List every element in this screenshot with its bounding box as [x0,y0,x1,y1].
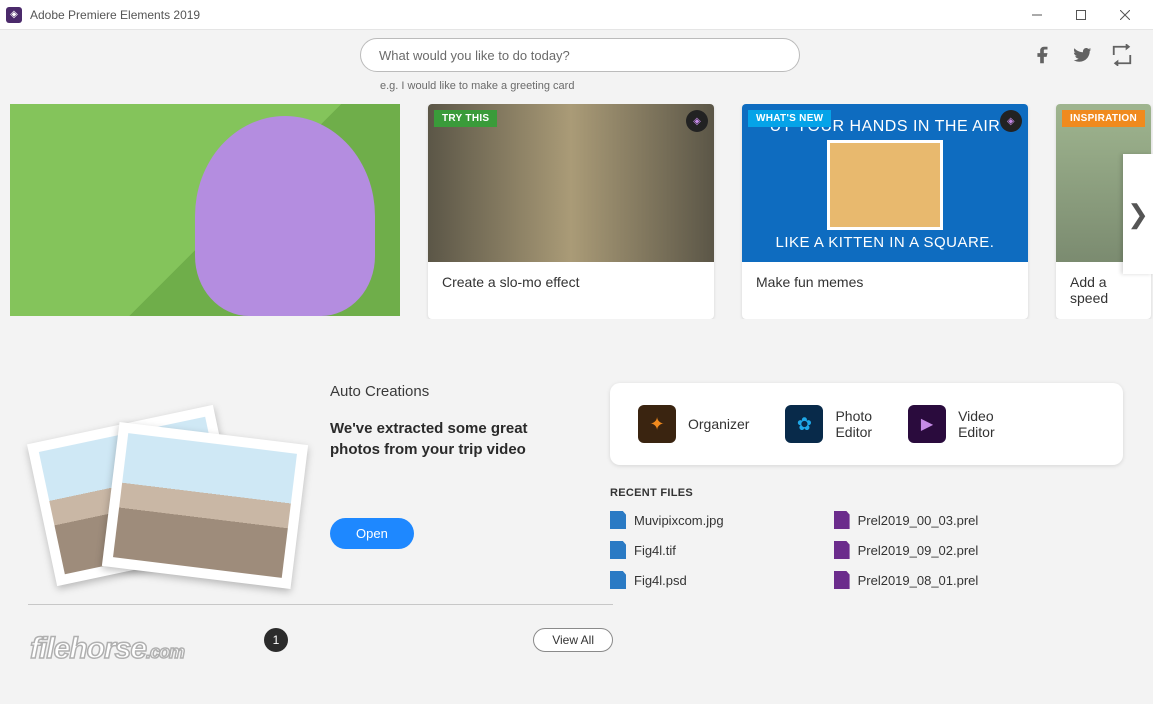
app-title: Adobe Premiere Elements 2019 [30,8,200,22]
badge-whats-new: WHAT'S NEW [748,110,831,127]
divider [28,604,613,605]
window-maximize-button[interactable] [1059,0,1103,30]
recent-file[interactable]: Prel2019_09_02.prel [834,541,979,559]
recent-file[interactable]: Prel2019_00_03.prel [834,511,979,529]
meme-image [827,140,943,230]
launch-label: PhotoEditor [835,408,872,440]
recent-file[interactable]: Muvipixcom.jpg [610,511,724,529]
search-input[interactable] [360,38,800,72]
chevron-right-icon: ❯ [1127,199,1149,230]
launch-organizer[interactable]: ✦ Organizer [638,405,749,443]
hero-tile[interactable] [10,104,400,316]
file-icon [834,541,850,559]
badge-inspiration: INSPIRATION [1062,110,1145,127]
open-button[interactable]: Open [330,518,414,549]
carousel: TRY THIS ◈ Create a slo-mo effect WHAT'S… [0,104,1153,319]
page-indicator[interactable]: 1 [264,628,288,652]
watermark: filehorse.com [30,632,184,666]
launch-label: Organizer [688,416,749,432]
recent-file[interactable]: Fig4l.tif [610,541,724,559]
lower-section: Auto Creations We've extracted some grea… [0,383,1153,601]
window-minimize-button[interactable] [1015,0,1059,30]
card-caption: Create a slo-mo effect [428,262,714,319]
launcher-panel: ✦ Organizer ✿ PhotoEditor ▶ VideoEditor [610,383,1123,465]
recent-col-left: Muvipixcom.jpg Fig4l.tif Fig4l.psd [610,511,724,601]
recent-file[interactable]: Prel2019_08_01.prel [834,571,979,589]
auto-creations-thumbs [30,403,300,593]
file-icon [834,571,850,589]
card-caption: Make fun memes [742,262,1028,319]
app-icon: ◈ [6,7,22,23]
meme-text-bottom: LIKE A KITTEN IN A SQUARE. [776,234,995,251]
facebook-icon[interactable] [1031,44,1053,66]
file-icon [834,511,850,529]
card-memes[interactable]: WHAT'S NEW ◈ UT YOUR HANDS IN THE AIR LI… [742,104,1028,319]
launch-video-editor[interactable]: ▶ VideoEditor [908,405,995,443]
card-slomo[interactable]: TRY THIS ◈ Create a slo-mo effect [428,104,714,319]
header [0,30,1153,80]
launch-photo-editor[interactable]: ✿ PhotoEditor [785,405,872,443]
recent-files: RECENT FILES Muvipixcom.jpg Fig4l.tif Fi… [610,487,1123,601]
view-all-button[interactable]: View All [533,628,613,652]
search-hint: e.g. I would like to make a greeting car… [380,80,1153,92]
auto-creations: Auto Creations We've extracted some grea… [330,383,580,601]
video-editor-icon: ▶ [908,405,946,443]
polaroid-image [102,422,308,589]
share-icon[interactable] [1111,44,1133,66]
organizer-icon: ✦ [638,405,676,443]
carousel-next-button[interactable]: ❯ [1123,154,1153,274]
launch-label: VideoEditor [958,408,995,440]
twitter-icon[interactable] [1071,44,1093,66]
recent-col-right: Prel2019_00_03.prel Prel2019_09_02.prel … [834,511,979,601]
photo-editor-icon: ✿ [785,405,823,443]
right-panel: ✦ Organizer ✿ PhotoEditor ▶ VideoEditor … [610,383,1123,601]
premiere-elements-icon: ◈ [1000,110,1022,132]
recent-file[interactable]: Fig4l.psd [610,571,724,589]
auto-creations-subtitle: We've extracted some great photos from y… [330,418,580,460]
file-icon [610,571,626,589]
recent-files-heading: RECENT FILES [610,487,1123,499]
window-close-button[interactable] [1103,0,1147,30]
auto-creations-title: Auto Creations [330,383,580,400]
file-icon [610,541,626,559]
badge-try-this: TRY THIS [434,110,497,127]
hero-image [195,116,375,316]
titlebar: ◈ Adobe Premiere Elements 2019 [0,0,1153,30]
premiere-elements-icon: ◈ [686,110,708,132]
file-icon [610,511,626,529]
